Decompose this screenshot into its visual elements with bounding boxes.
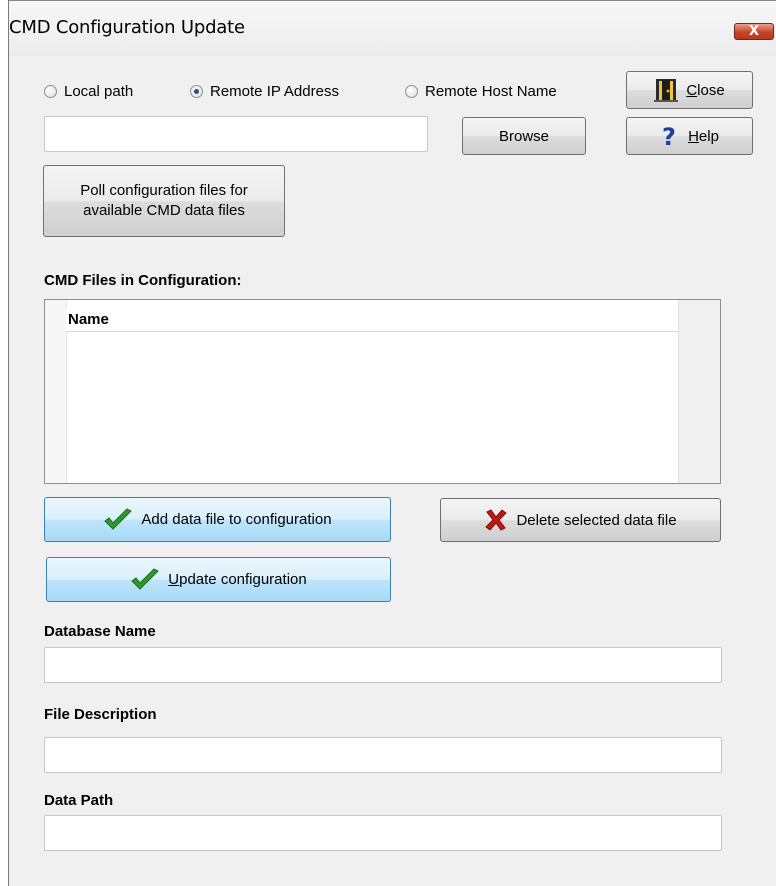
radio-indicator [405,84,418,98]
radio-label: Local path [64,82,134,100]
help-button[interactable]: ? Help [626,117,753,155]
cmd-files-list[interactable]: Name [44,299,721,484]
question-mark-icon: ? [660,124,680,148]
column-header-name[interactable]: Name [66,308,679,332]
add-button-label: Add data file to configuration [141,511,332,528]
title-bar[interactable]: CMD Configuration Update [9,0,776,56]
list-scrollbar-area[interactable] [678,300,720,483]
file-description-field[interactable] [44,737,722,773]
path-input[interactable] [44,116,428,152]
database-name-field[interactable] [44,647,722,683]
close-button[interactable]: Close [626,71,753,109]
data-path-label: Data Path [44,792,114,809]
window-title: CMD Configuration Update [9,17,245,38]
delete-button-label: Delete selected data file [516,511,677,529]
radio-label: Remote IP Address [210,82,339,100]
window-close-button[interactable]: X [734,23,774,40]
radio-local-path[interactable]: Local path [44,81,133,101]
file-description-label: File Description [44,706,157,723]
radio-label: Remote Host Name [425,82,557,100]
radio-remote-host-name[interactable]: Remote Host Name [405,81,557,101]
browse-button-label: Browse [498,127,550,145]
database-name-label: Database Name [44,623,156,640]
dialog-window: CMD Configuration Update X Local path Re… [0,0,776,886]
data-path-field[interactable] [44,815,722,851]
cmd-files-label: CMD Files in Configuration: [44,272,242,289]
add-data-file-button[interactable]: Add data file to configuration [44,497,391,542]
close-button-label: Close [686,81,725,99]
red-x-icon [484,508,508,532]
update-button-label: Update configuration [168,571,307,588]
browse-button[interactable]: Browse [462,117,586,155]
poll-configuration-button[interactable]: Poll configuration files for available C… [43,165,285,237]
poll-button-line1: Poll configuration files for [80,182,248,199]
checkmark-icon [103,507,133,532]
window-left-border [0,0,10,886]
radio-indicator [44,84,57,98]
poll-button-line2: available CMD data files [83,202,245,219]
radio-remote-ip[interactable]: Remote IP Address [190,81,339,101]
radio-indicator-selected [190,84,203,98]
help-button-label: Help [688,127,719,145]
svg-text:?: ? [662,124,676,148]
row-indicator-column [45,300,67,483]
door-exit-icon [654,77,679,103]
delete-selected-button[interactable]: Delete selected data file [440,498,721,542]
update-configuration-button[interactable]: Update configuration [46,557,391,602]
checkmark-icon [130,567,160,592]
